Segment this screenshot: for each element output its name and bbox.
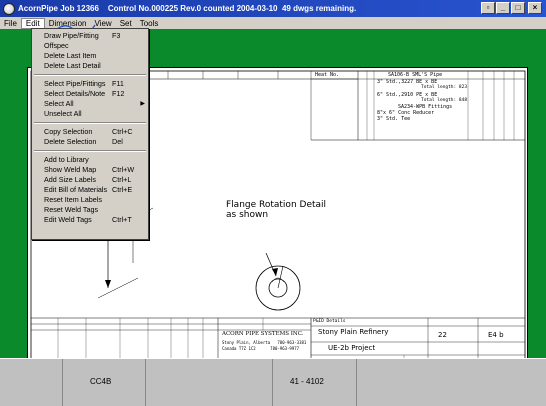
menu-tools[interactable]: Tools bbox=[136, 19, 163, 28]
status-divider-2 bbox=[145, 359, 146, 406]
menu-separator bbox=[34, 150, 146, 152]
pnid-details: P&ID Details bbox=[313, 319, 346, 324]
edit-menu-item[interactable]: Select Details/Note F12 bbox=[32, 89, 148, 99]
menu-item-shortcut: Ctrl+L bbox=[112, 175, 132, 184]
menu-item-label: Offspec bbox=[44, 41, 69, 50]
menu-item-label: Delete Last Detail bbox=[44, 61, 101, 70]
window-title: AcornPipe Job 12366 Control No.000225 Re… bbox=[18, 4, 357, 13]
menu-file[interactable]: File bbox=[0, 19, 21, 28]
menu-item-label: Edit Bill of Materials bbox=[44, 185, 108, 194]
edit-menu-item[interactable]: Reset Item Labels bbox=[32, 195, 148, 205]
edit-menu-item[interactable]: Edit Weld Tags Ctrl+T bbox=[32, 215, 148, 225]
edit-menu-item[interactable]: Delete Last Item bbox=[32, 51, 148, 61]
status-panel-1: CC4B bbox=[90, 377, 112, 386]
edit-menu-item[interactable]: Show Weld Map Ctrl+W bbox=[32, 165, 148, 175]
edit-menu-item[interactable]: Unselect All bbox=[32, 109, 148, 119]
bom-heat-no: Heat No. bbox=[315, 72, 340, 78]
submenu-arrow-icon: ▶ bbox=[140, 101, 145, 107]
menu-item-shortcut: Ctrl+T bbox=[112, 215, 132, 224]
edit-menu-item[interactable]: Select Pipe/Fittings F11 bbox=[32, 79, 148, 89]
menu-item-label: Unselect All bbox=[44, 109, 82, 118]
edit-menu-item[interactable]: Add to Library bbox=[32, 155, 148, 165]
edit-menu-item[interactable]: Select All ▶ bbox=[32, 99, 148, 109]
status-bar: CC4B 41 - 4102 bbox=[0, 358, 546, 406]
edit-menu-item[interactable]: Copy Selection Ctrl+C bbox=[32, 127, 148, 137]
menu-item-shortcut: Ctrl+E bbox=[112, 185, 133, 194]
menu-item-label: Add to Library bbox=[44, 155, 89, 164]
bom-line-4: 3" Std. Tee bbox=[377, 116, 411, 122]
menu-item-shortcut: F11 bbox=[112, 79, 124, 88]
menu-item-label: Select Pipe/Fittings bbox=[44, 79, 106, 88]
window-controls: ▫ _ □ × bbox=[481, 2, 542, 14]
bom-total-2: Total length: 848 bbox=[421, 98, 468, 103]
col-22: 22 bbox=[438, 331, 447, 339]
menu-item-label: Select All bbox=[44, 99, 74, 108]
app-icon[interactable] bbox=[3, 2, 15, 15]
sheet-label: E4 b bbox=[488, 331, 504, 339]
project-name: UE-2b Project bbox=[328, 344, 376, 352]
menu-item-shortcut: F3 bbox=[112, 31, 121, 40]
menu-dimension[interactable]: Dimension bbox=[45, 19, 91, 28]
menu-item-label: Reset Item Labels bbox=[44, 195, 102, 204]
minimize-icon[interactable]: _ bbox=[496, 2, 510, 14]
close-icon[interactable]: × bbox=[528, 2, 542, 14]
flange-annotation: Flange Rotation Detail as shown bbox=[226, 200, 327, 220]
company-address: Stony Plain, Alberta 780-963-3381 Canada… bbox=[222, 340, 307, 351]
restore-app-icon[interactable]: ▫ bbox=[481, 2, 495, 14]
edit-menu-dropdown: Draw Pipe/Fitting F3 Offspec Delete Last It… bbox=[31, 28, 149, 240]
client-name: Stony Plain Refinery bbox=[318, 328, 389, 336]
edit-menu-item[interactable]: Offspec bbox=[32, 41, 148, 51]
menu-set[interactable]: Set bbox=[116, 19, 136, 28]
menu-item-label: Select Details/Note bbox=[44, 89, 106, 98]
menu-item-shortcut: Del bbox=[112, 137, 123, 146]
title-bar: AcornPipe Job 12366 Control No.000225 Re… bbox=[0, 0, 546, 17]
menu-edit[interactable]: Edit bbox=[20, 17, 45, 29]
status-divider-4 bbox=[356, 359, 357, 406]
menu-item-label: Draw Pipe/Fitting bbox=[44, 31, 99, 40]
bom-title: SA106-B SML'S Pipe bbox=[388, 72, 443, 78]
company-name: ACORN PIPE SYSTEMS INC. bbox=[222, 331, 304, 337]
status-divider-3 bbox=[272, 359, 273, 406]
edit-menu-item[interactable]: Delete Selection Del bbox=[32, 137, 148, 147]
menu-item-label: Add Size Labels bbox=[44, 175, 96, 184]
status-divider-1 bbox=[62, 359, 63, 406]
edit-menu-item[interactable]: Reset Weld Tags bbox=[32, 205, 148, 215]
menu-item-label: Delete Last Item bbox=[44, 51, 97, 60]
edit-menu-item[interactable]: Add Size Labels Ctrl+L bbox=[32, 175, 148, 185]
edit-menu-item[interactable]: Draw Pipe/Fitting F3 bbox=[32, 31, 148, 41]
edit-menu-item[interactable]: Delete Last Detail bbox=[32, 61, 148, 71]
edit-menu-item[interactable]: Edit Bill of Materials Ctrl+E bbox=[32, 185, 148, 195]
status-panel-2: 41 - 4102 bbox=[290, 377, 324, 386]
menu-item-shortcut: Ctrl+C bbox=[112, 127, 133, 136]
menu-item-shortcut: Ctrl+W bbox=[112, 165, 135, 174]
menu-item-label: Show Weld Map bbox=[44, 165, 97, 174]
menu-item-label: Delete Selection bbox=[44, 137, 97, 146]
bom-total-1: Total length: 823 bbox=[421, 85, 468, 90]
menu-separator bbox=[34, 122, 146, 124]
menu-item-label: Copy Selection bbox=[44, 127, 93, 136]
menu-item-shortcut: F12 bbox=[112, 89, 125, 98]
menu-item-label: Reset Weld Tags bbox=[44, 205, 99, 214]
maximize-icon[interactable]: □ bbox=[511, 2, 525, 14]
menu-view[interactable]: View bbox=[90, 19, 115, 28]
menu-item-label: Edit Weld Tags bbox=[44, 215, 92, 224]
menu-separator bbox=[34, 74, 146, 76]
